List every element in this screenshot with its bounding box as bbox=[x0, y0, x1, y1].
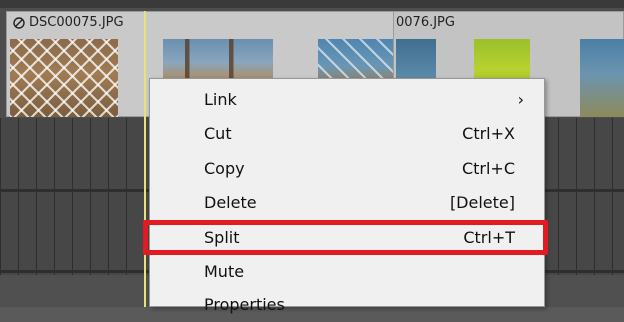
clip-header: 0076.JPG bbox=[394, 12, 623, 34]
clip-thumbnail bbox=[580, 39, 624, 117]
clip-name: DSC00075.JPG bbox=[29, 15, 124, 30]
split-highlight-annotation bbox=[143, 220, 548, 255]
menu-item-label: Copy bbox=[204, 159, 245, 178]
clip-header: DSC00075.JPG bbox=[7, 12, 396, 34]
menu-item-link[interactable]: Link › bbox=[150, 83, 544, 117]
menu-item-shortcut: Ctrl+X bbox=[462, 124, 515, 143]
submenu-arrow-icon: › bbox=[517, 90, 524, 109]
menu-item-delete[interactable]: Delete [Delete] bbox=[150, 186, 544, 220]
no-entry-icon bbox=[13, 17, 25, 29]
clip-thumbnail bbox=[10, 39, 118, 117]
menu-item-copy[interactable]: Copy Ctrl+C bbox=[150, 152, 544, 186]
menu-item-mute[interactable]: Mute bbox=[150, 255, 544, 289]
menu-item-label: Link bbox=[204, 90, 237, 109]
menu-item-shortcut: Ctrl+C bbox=[461, 159, 515, 178]
menu-item-label: Cut bbox=[204, 124, 232, 143]
menu-item-properties[interactable]: Properties bbox=[150, 288, 544, 322]
menu-item-shortcut: [Delete] bbox=[449, 193, 515, 212]
menu-item-label: Delete bbox=[204, 193, 257, 212]
menu-item-label: Properties bbox=[204, 295, 285, 314]
menu-item-cut[interactable]: Cut Ctrl+X bbox=[150, 117, 544, 151]
clip-name: 0076.JPG bbox=[396, 15, 455, 30]
menu-item-label: Mute bbox=[204, 262, 245, 281]
timeline-ruler[interactable] bbox=[0, 0, 624, 8]
playhead-cursor[interactable] bbox=[144, 11, 146, 307]
context-menu: Link › Cut Ctrl+X Copy Ctrl+C Delete [De… bbox=[149, 78, 545, 314]
